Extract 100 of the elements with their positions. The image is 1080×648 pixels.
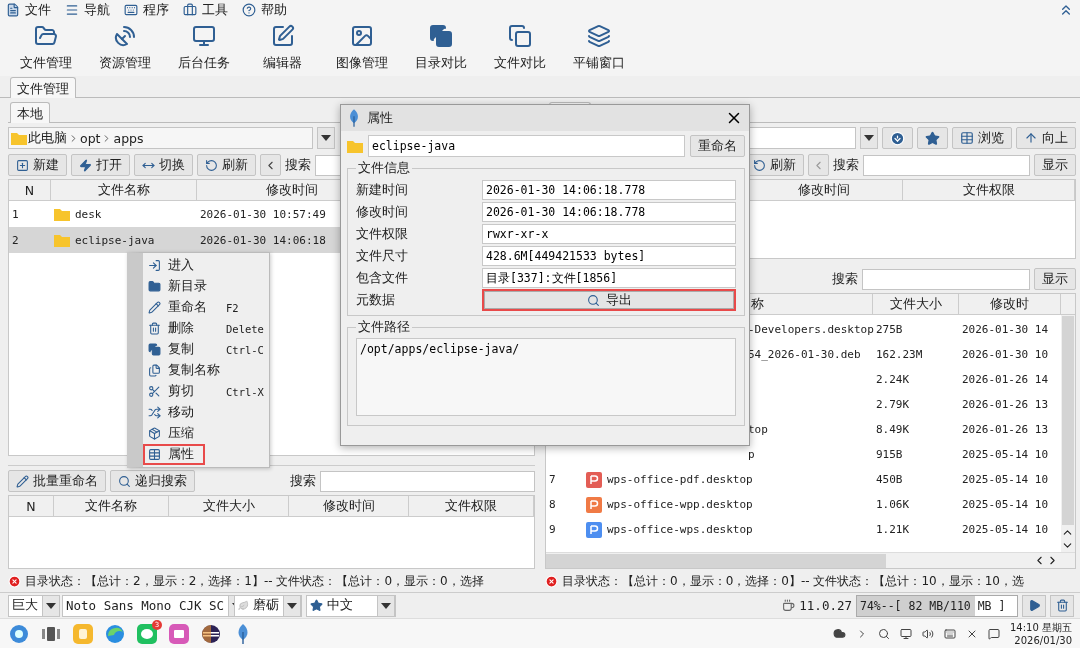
column-header[interactable]: 文件名称: [51, 180, 197, 200]
tab[interactable]: 本地: [10, 102, 50, 123]
toolbar-button[interactable]: 打开: [71, 154, 130, 176]
toolbar-button[interactable]: 批量重命名: [8, 470, 106, 492]
text-field[interactable]: 428.6M[449421533 bytes]: [482, 246, 736, 266]
menu-item[interactable]: 帮助: [242, 1, 287, 19]
toolbar-button[interactable]: 刷新: [197, 154, 256, 176]
search-field[interactable]: [863, 154, 1030, 176]
column-header[interactable]: N: [9, 180, 51, 200]
toolbar-button[interactable]: 资源管理: [85, 20, 164, 76]
column-header[interactable]: N: [9, 496, 54, 516]
table-cell-text: 7: [548, 473, 556, 486]
search-label: 搜索: [290, 472, 316, 490]
toolbar-button[interactable]: 编辑器: [243, 20, 322, 76]
trash-icon: [1055, 599, 1069, 612]
column-header[interactable]: 修改时: [959, 294, 1061, 314]
name-field[interactable]: eclipse-java: [368, 135, 685, 157]
column-header[interactable]: 文件权限: [903, 180, 1075, 200]
error-icon: [545, 574, 558, 588]
browser-icon[interactable]: [104, 622, 126, 645]
menu-item[interactable]: 移动: [143, 402, 269, 423]
toolbar-button[interactable]: 递归搜索: [110, 470, 195, 492]
table-cell-text: 9: [548, 523, 556, 536]
toolbar-button[interactable]: 平铺窗口: [559, 20, 638, 76]
column-header[interactable]: 文件名称: [54, 496, 169, 516]
text-field[interactable]: 2026-01-30 14:06:18.778: [482, 180, 736, 200]
eclipse-icon[interactable]: [200, 622, 222, 645]
theme-dropdown[interactable]: 磨砺: [234, 594, 302, 617]
rename-button[interactable]: 重命名: [690, 135, 745, 157]
search-field[interactable]: [320, 470, 535, 492]
breadcrumb-item[interactable]: 此电脑: [28, 129, 67, 147]
size-dropdown[interactable]: 巨大: [8, 594, 58, 617]
toolbar-button[interactable]: 文件对比: [480, 20, 559, 76]
path-bar[interactable]: 此电脑 opt apps: [8, 127, 313, 149]
breadcrumb-item[interactable]: opt: [80, 130, 101, 146]
text-field[interactable]: 2026-01-30 14:06:18.778: [482, 202, 736, 222]
run-button[interactable]: [1022, 594, 1046, 617]
edit-icon: [270, 24, 295, 48]
download-button[interactable]: [882, 127, 913, 149]
search-field[interactable]: [862, 268, 1030, 290]
clear-button[interactable]: [1050, 594, 1074, 617]
show-button[interactable]: 显示: [1034, 154, 1076, 176]
table-cell-text: 1.06K: [875, 498, 910, 511]
file-name: top: [748, 423, 768, 436]
table-cell-text: 450B: [875, 473, 903, 486]
refresh-icon: [205, 158, 218, 172]
back-button[interactable]: [260, 154, 281, 176]
file-name: p: [748, 448, 755, 461]
show-button[interactable]: 显示: [1034, 268, 1076, 290]
menu-item[interactable]: 剪切 Ctrl-X: [143, 381, 269, 402]
menu-item[interactable]: 工具: [183, 1, 228, 19]
menu-item[interactable]: 复制 Ctrl-C: [143, 339, 269, 360]
toolbar-button[interactable]: 目录对比: [401, 20, 480, 76]
path-field[interactable]: /opt/apps/eclipse-java/: [356, 338, 736, 416]
toolbar-button[interactable]: 后台任务: [164, 20, 243, 76]
table-cell-text: 2026-01-30 10: [961, 348, 1049, 361]
status-text: 目录状态：【总计：2，显示：2，选择：1】-- 文件状态：【总计：0，显示：0，选择: [25, 572, 484, 590]
menu-item[interactable]: 导航: [65, 1, 110, 19]
cloud-icon: [833, 627, 846, 640]
toolbar-button[interactable]: 图像管理: [322, 20, 401, 76]
menu-item[interactable]: 删除 Delete: [143, 318, 269, 339]
favorite-button[interactable]: [917, 127, 948, 149]
column-header[interactable]: 修改时间: [289, 496, 409, 516]
toolbar-button[interactable]: 浏览: [952, 127, 1012, 149]
menu-item[interactable]: 复制名称: [143, 360, 269, 381]
folder-icon: [33, 24, 58, 48]
column-header[interactable]: 文件权限: [409, 496, 534, 516]
menu-item[interactable]: 进入: [143, 255, 269, 276]
horizontal-scrollbar[interactable]: [546, 552, 1075, 568]
toolbar-button[interactable]: 切换: [134, 154, 193, 176]
language-dropdown[interactable]: 中文: [306, 594, 396, 617]
toolbar-button[interactable]: 新建: [8, 154, 67, 176]
menu-item[interactable]: 文件: [6, 1, 51, 19]
column-header[interactable]: 文件大小: [169, 496, 289, 516]
search-label: 搜索: [285, 156, 311, 174]
menu-item[interactable]: 重命名 F2: [143, 297, 269, 318]
menu-item[interactable]: 属性: [143, 444, 205, 465]
copy-icon: [428, 24, 453, 48]
toolbar-button[interactable]: 文件管理: [6, 20, 85, 76]
launcher-icon[interactable]: [8, 622, 30, 645]
search-icon: [878, 627, 890, 640]
dropdown-button[interactable]: [860, 127, 878, 149]
dropdown-button[interactable]: [317, 127, 335, 149]
app-icon[interactable]: [168, 622, 190, 645]
folder-icon: [54, 233, 70, 247]
menu-item[interactable]: 程序: [124, 1, 169, 19]
text-field[interactable]: rwxr-xr-x: [482, 224, 736, 244]
text-field[interactable]: 目录[337]:文件[1856]: [482, 268, 736, 288]
play-icon: [1027, 599, 1041, 612]
menu-item[interactable]: 新目录: [143, 276, 269, 297]
export-button[interactable]: 导出: [482, 289, 736, 311]
field-label: 文件权限: [356, 225, 409, 243]
breadcrumb-item[interactable]: apps: [113, 130, 144, 146]
archive-icon: [148, 427, 161, 440]
vertical-scrollbar[interactable]: [1061, 315, 1075, 552]
toolbar-button[interactable]: 向上: [1016, 127, 1076, 149]
menu-item[interactable]: 压缩: [143, 423, 269, 444]
tab[interactable]: 文件管理: [10, 77, 76, 98]
column-header[interactable]: 文件大小: [873, 294, 959, 314]
group-title: 文件路径: [357, 318, 411, 336]
